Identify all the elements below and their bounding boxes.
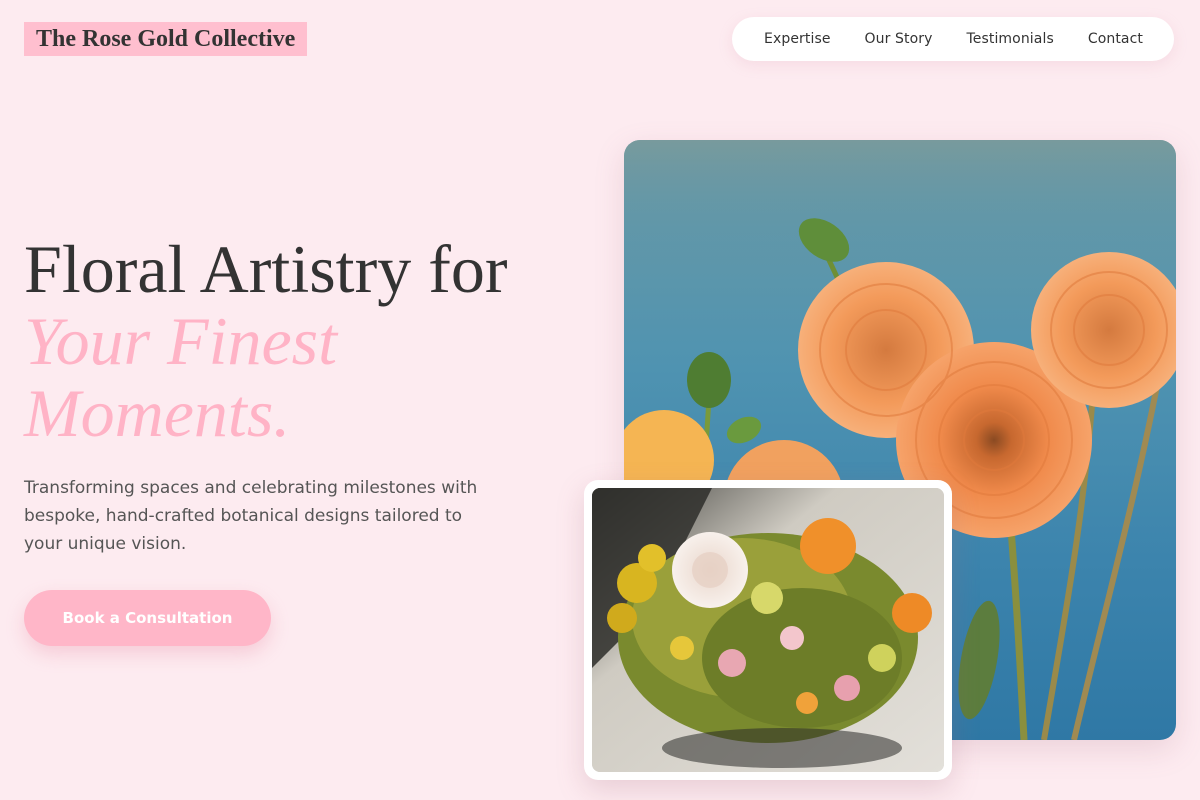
hero-title-line1: Floral Artistry for — [24, 231, 508, 307]
book-consultation-button[interactable]: Book a Consultation — [24, 590, 271, 646]
hero-title-accent-line3: Moments. — [24, 375, 291, 451]
hero-subtitle: Transforming spaces and celebrating mile… — [24, 478, 478, 554]
nav-item-our-story[interactable]: Our Story — [865, 31, 933, 47]
hero-title-accent-line2: Your Finest — [24, 303, 338, 379]
bouquet-image — [592, 488, 944, 772]
bouquet-image-card — [584, 480, 952, 780]
nav-item-contact[interactable]: Contact — [1088, 31, 1143, 47]
bouquet-illustration — [592, 488, 944, 772]
nav-item-expertise[interactable]: Expertise — [764, 31, 831, 47]
nav-item-testimonials[interactable]: Testimonials — [966, 31, 1053, 47]
hero-title: Floral Artistry for Your Finest Moments. — [24, 233, 508, 449]
brand-logo[interactable]: The Rose Gold Collective — [24, 22, 308, 56]
main-nav: Expertise Our Story Testimonials Contact — [732, 17, 1174, 61]
